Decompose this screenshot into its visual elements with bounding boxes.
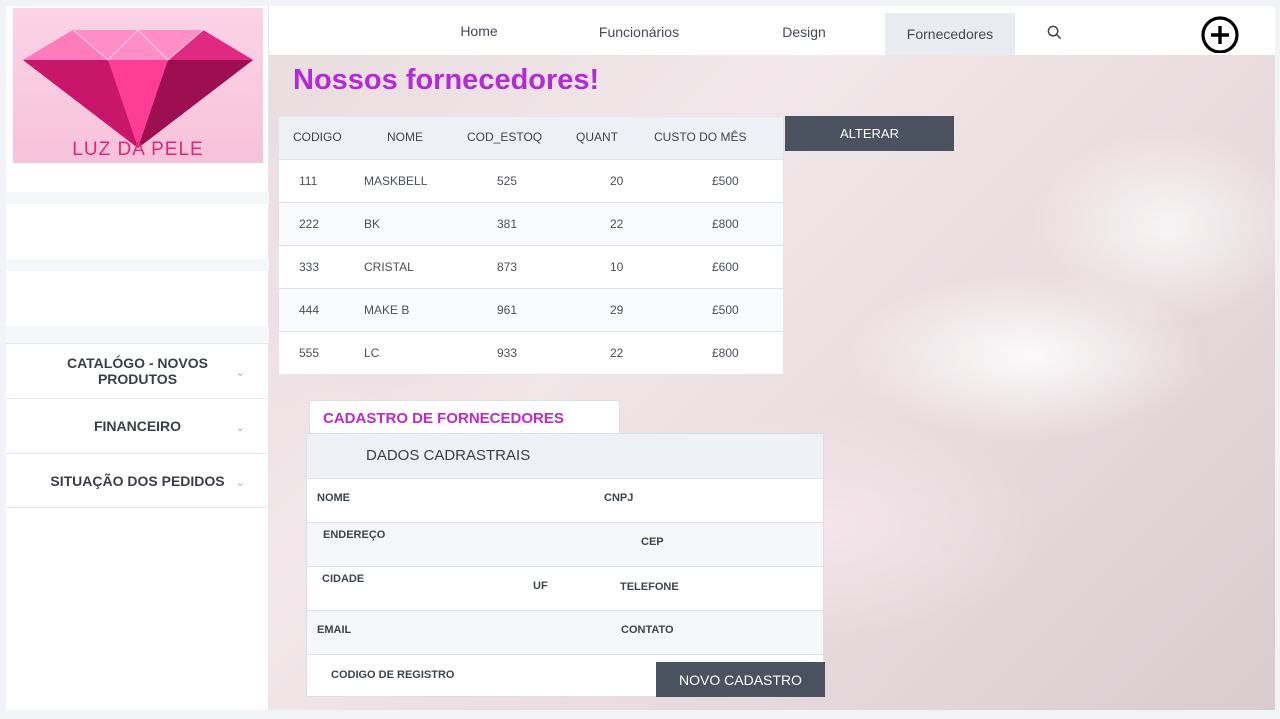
sidebar-item-label: SITUAÇÃO DOS PEDIDOS: [50, 472, 225, 489]
table-cell: 933: [497, 346, 518, 360]
search-icon[interactable]: [1047, 25, 1062, 40]
sidebar-item-label: CATALÓGO - NOVOS PRODUTOS: [66, 355, 209, 387]
nav-funcionarios[interactable]: Funcionários: [584, 7, 694, 56]
table-cell: £800: [712, 217, 739, 231]
form-header-title: DADOS CADRASTRAIS: [366, 447, 531, 464]
tab-cadastro-fornecedores[interactable]: CADASTRO DE FORNECEDORES: [309, 400, 620, 435]
table-cell: 22: [610, 346, 624, 360]
top-navigation: Home Funcionários Design Fornecedores: [269, 6, 1275, 55]
table-row[interactable]: 111 MASKBELL 525 20 £500: [279, 159, 783, 202]
table-cell: 333: [299, 260, 320, 274]
form-header: DADOS CADRASTRAIS: [307, 434, 823, 478]
nav-design[interactable]: Design: [764, 7, 844, 56]
telefone-field-label[interactable]: TELEFONE: [620, 581, 679, 593]
main-content: Home Funcionários Design Fornecedores No…: [269, 6, 1275, 710]
nav-fornecedores[interactable]: Fornecedores: [885, 13, 1015, 55]
sidebar-divider: [6, 192, 269, 204]
table-cell: 10: [610, 260, 624, 274]
table-cell: 20: [610, 174, 624, 188]
table-cell: 961: [497, 303, 518, 317]
table-body: 111 MASKBELL 525 20 £500 222 BK 381 22 £800 333 CRI…: [279, 159, 783, 374]
sidebar-item-financeiro[interactable]: FINANCEIRO ⌄: [6, 398, 269, 453]
endereco-field-label[interactable]: ENDEREÇO: [323, 529, 385, 541]
brand-logo[interactable]: LUZ DA PELE: [13, 8, 263, 163]
cidade-field-label[interactable]: CIDADE: [322, 573, 364, 585]
table-cell: LC: [364, 346, 380, 360]
novo-cadastro-button[interactable]: NOVO CADASTRO: [656, 662, 825, 697]
contato-field-label[interactable]: CONTATO: [621, 624, 674, 636]
table-cell: 444: [299, 303, 320, 317]
column-header-nome: NOME: [387, 130, 423, 144]
form-row: ENDEREÇO CEP: [307, 522, 823, 566]
table-cell: 111: [299, 174, 318, 188]
table-cell: £500: [712, 174, 739, 188]
alterar-button[interactable]: ALTERAR: [785, 116, 954, 151]
table-cell: 525: [497, 174, 518, 188]
sidebar-item-label: FINANCEIRO: [93, 418, 182, 434]
nome-field-label[interactable]: NOME: [317, 492, 350, 504]
column-header-quant: QUANT: [576, 130, 618, 144]
table-cell: 22: [610, 217, 624, 231]
column-header-custo: CUSTO DO MÊS: [654, 130, 747, 144]
table-cell: 555: [299, 346, 320, 360]
cep-field-label[interactable]: CEP: [641, 536, 664, 548]
chevron-down-icon: ⌄: [235, 367, 245, 379]
table-row[interactable]: 333 CRISTAL 873 10 £600: [279, 245, 783, 288]
chevron-down-icon: ⌄: [235, 422, 245, 434]
table-cell: MASKBELL: [364, 174, 428, 188]
sidebar-divider: [6, 326, 269, 343]
table-cell: MAKE B: [364, 303, 410, 317]
page-title: Nossos fornecedores!: [293, 64, 600, 96]
uf-field-label[interactable]: UF: [533, 580, 548, 592]
form-row: NOME CNPJ: [307, 478, 823, 522]
sidebar-item-situacao-pedidos[interactable]: SITUAÇÃO DOS PEDIDOS ⌄: [6, 453, 269, 508]
sidebar-item-catalogo[interactable]: CATALÓGO - NOVOS PRODUTOS ⌄: [6, 343, 269, 398]
codigo-registro-field-label[interactable]: CODIGO DE REGISTRO: [331, 669, 454, 681]
table-row[interactable]: 222 BK 381 22 £800: [279, 202, 783, 245]
sidebar-menu: CATALÓGO - NOVOS PRODUTOS ⌄ FINANCEIRO ⌄…: [6, 343, 269, 508]
logo-text: LUZ DA PELE: [72, 139, 204, 160]
table-cell: £800: [712, 346, 739, 360]
nav-home[interactable]: Home: [439, 6, 519, 55]
table-cell: 222: [299, 217, 320, 231]
column-header-cod-estoq: COD_ESTOQ: [467, 130, 543, 144]
supplier-form: DADOS CADRASTRAIS NOME CNPJ ENDEREÇO CEP…: [306, 433, 824, 697]
table-cell: 873: [497, 260, 518, 274]
table-row[interactable]: 555 LC 933 22 £800: [279, 331, 783, 374]
table-cell: BK: [364, 217, 381, 231]
sidebar: LUZ DA PELE CATALÓGO - NOVOS PRODUTOS ⌄ …: [6, 6, 269, 710]
table-header: CODIGO NOME COD_ESTOQ QUANT CUSTO DO MÊS: [279, 117, 783, 159]
table-cell: £500: [712, 303, 739, 317]
form-row: EMAIL CONTATO: [307, 610, 823, 654]
email-field-label[interactable]: EMAIL: [317, 624, 351, 636]
sidebar-divider: [6, 259, 269, 271]
table-cell: 29: [610, 303, 624, 317]
table-cell: CRISTAL: [364, 260, 414, 274]
chevron-down-icon: ⌄: [235, 477, 245, 489]
table-row[interactable]: 444 MAKE B 961 29 £500: [279, 288, 783, 331]
table-cell: £600: [712, 260, 739, 274]
column-header-codigo: CODIGO: [293, 130, 342, 144]
cnpj-field-label[interactable]: CNPJ: [604, 492, 633, 504]
form-row: CIDADE UF TELEFONE: [307, 566, 823, 610]
plus-circle-icon[interactable]: [1193, 13, 1247, 53]
suppliers-table: CODIGO NOME COD_ESTOQ QUANT CUSTO DO MÊS…: [279, 117, 783, 374]
table-cell: 381: [497, 217, 518, 231]
